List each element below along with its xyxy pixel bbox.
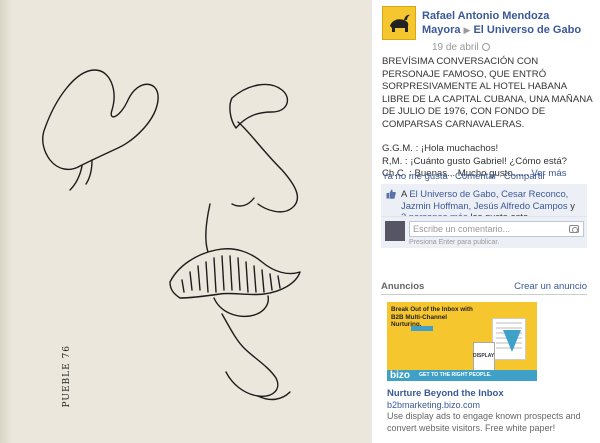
artist-signature: PUEBLE 76 (62, 345, 72, 408)
ad-tagline: GET TO THE RIGHT PEOPLE. (419, 372, 492, 378)
user-avatar (385, 221, 405, 241)
ad-display-label: DISPLAY (473, 353, 495, 359)
ad-description: Use display ads to engage known prospect… (387, 411, 581, 433)
post-body: BREVÍSIMA CONVERSACIÓN CON PERSONAJE FAM… (382, 56, 594, 181)
unlike-link[interactable]: Ya no me gusta (382, 171, 448, 182)
divider (381, 294, 587, 295)
post-paragraph: BREVÍSIMA CONVERSACIÓN CON PERSONAJE FAM… (382, 56, 593, 130)
ad-image-headline: Break Out of the Inbox with B2B Multi-Ch… (391, 306, 473, 328)
post-date[interactable]: 19 de abril (432, 42, 490, 53)
ad-title-link[interactable]: Nurture Beyond the Inbox (387, 388, 504, 399)
bizo-logo: bizo (390, 370, 410, 381)
ad-cta-button-graphic (411, 326, 433, 331)
globe-icon (481, 43, 490, 51)
photo-viewer[interactable]: PUEBLE 76 (0, 0, 371, 443)
thumbs-up-icon (386, 189, 396, 199)
funnel-graphic (503, 330, 521, 352)
page-avatar[interactable] (382, 6, 416, 40)
arrow-right-icon: ▶ (463, 25, 471, 35)
likes-prefix: A (401, 188, 407, 199)
ads-title: Anuncios (381, 281, 425, 292)
comment-placeholder: Escribe un comentario... (413, 224, 511, 234)
comment-link[interactable]: Comentar (455, 171, 497, 182)
caricature-drawing (42, 69, 301, 401)
ads-header: Anuncios Crear un anuncio (381, 281, 587, 292)
comment-hint: Presiona Enter para publicar. (409, 239, 500, 246)
comment-composer: Escribe un comentario... Presiona Enter … (381, 216, 587, 248)
post-actions: Ya no me gusta · Comentar · Compartir (382, 171, 546, 182)
likers-link[interactable]: El Universo de Gabo, Cesar Reconco, Jazm… (401, 188, 568, 211)
likes-connector: y (570, 199, 575, 211)
goat-logo-icon (390, 14, 410, 32)
dialogue-line: G.G.M. : ¡Hola muchachos! (382, 143, 499, 154)
dialogue-line: R,M. : ¡Cuánto gusto Gabriel! ¿Cómo está… (382, 155, 568, 167)
comment-input[interactable]: Escribe un comentario... (409, 221, 584, 237)
camera-icon[interactable] (569, 225, 579, 233)
page-link[interactable]: El Universo de Gabo (473, 24, 581, 36)
share-link[interactable]: Compartir (504, 171, 546, 182)
ad-image[interactable]: Break Out of the Inbox with B2B Multi-Ch… (387, 302, 537, 381)
create-ad-link[interactable]: Crear un anuncio (514, 281, 587, 292)
post-author-line: Rafael Antonio Mendoza Mayora ▶ El Univers… (422, 9, 597, 37)
ad-url-link[interactable]: b2bmarketing.bizo.com (387, 400, 480, 410)
